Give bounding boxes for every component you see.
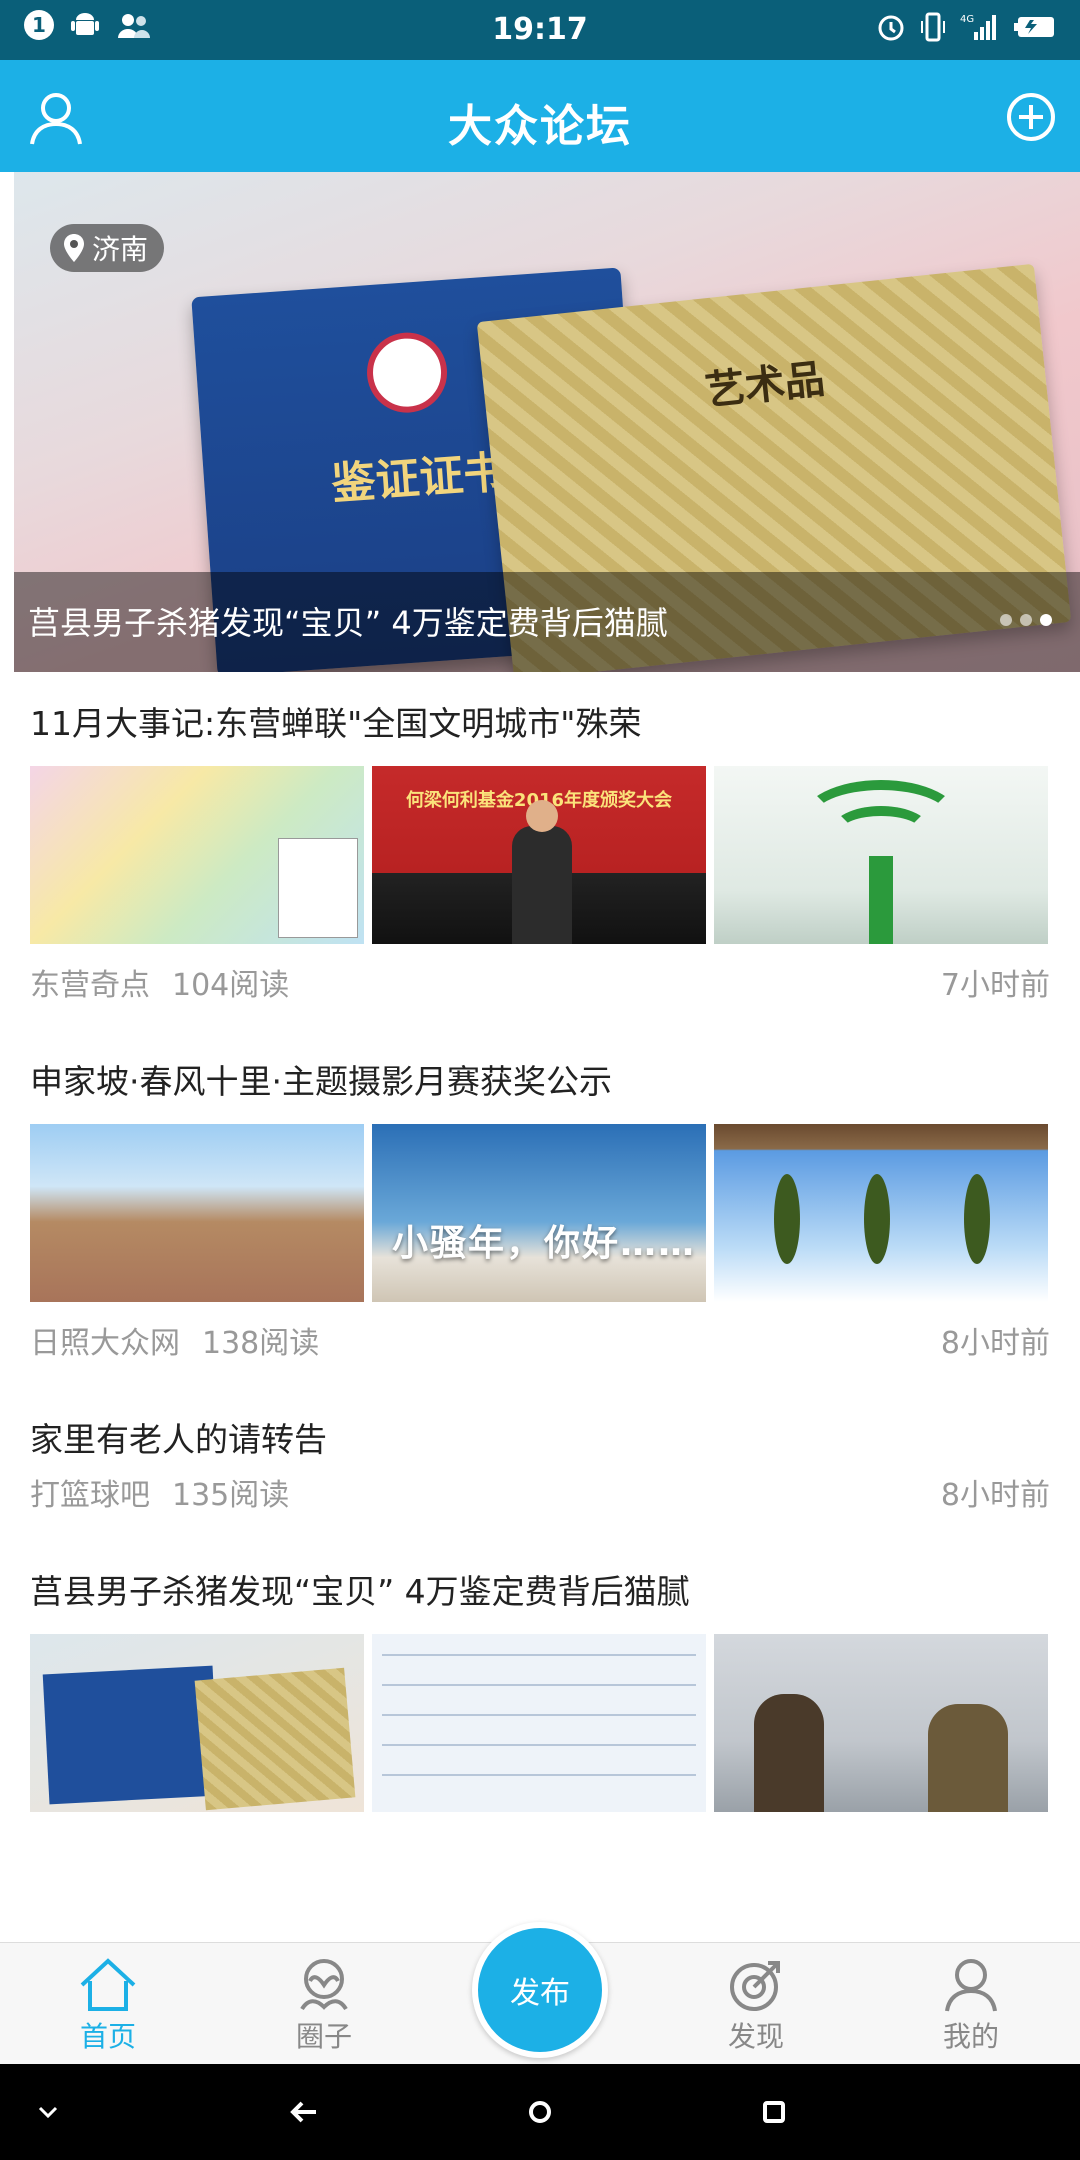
battery-icon	[1014, 17, 1054, 37]
location-badge[interactable]: 济南	[50, 224, 165, 272]
recents-icon[interactable]	[752, 2090, 796, 2134]
wifi-arc	[831, 806, 931, 856]
banner-caption: 莒县男子杀猪发现“宝贝” 4万鉴定费背后猫腻	[28, 604, 668, 642]
location-label: 济南	[92, 233, 149, 266]
nav-circle-label: 圈子	[295, 2020, 352, 2053]
thumbnail-wifi	[714, 766, 1048, 944]
doc-line	[382, 1744, 696, 1746]
article-source: 打篮球吧	[30, 1478, 150, 1513]
thumbnail-sky	[714, 1124, 1048, 1302]
discover-icon	[730, 1961, 780, 2011]
alarm-icon	[878, 15, 904, 41]
location-pin-icon	[64, 234, 84, 262]
gourd	[774, 1174, 800, 1264]
thumbnail-person	[928, 1704, 1008, 1812]
nav-home-label: 首页	[79, 2020, 136, 2053]
thumbnail-sign: 小骚年，你好……	[372, 1124, 706, 1302]
carousel-dot	[1000, 614, 1012, 626]
svg-text:4G: 4G	[960, 14, 974, 25]
system-navigation-bar	[0, 2064, 1080, 2160]
gourd	[964, 1174, 990, 1264]
map-legend	[278, 838, 358, 938]
nav-circle[interactable]: 圈子	[259, 1957, 389, 2055]
thumbnail-person	[512, 800, 572, 944]
add-button[interactable]	[1006, 92, 1056, 142]
thumbnail-blue-book	[42, 1665, 220, 1805]
nav-mine-label: 我的	[942, 2020, 999, 2053]
nav-discover[interactable]: 发现	[691, 1957, 821, 2055]
thumbnail-map	[30, 766, 364, 944]
home-system-icon[interactable]	[518, 2090, 562, 2134]
article-thumbnails	[30, 1634, 1050, 1812]
thumbnail-award: 何梁何利基金2016年度颁奖大会	[372, 766, 706, 944]
article-title: 申家坡·春风十里·主题摄影月赛获奖公示	[30, 1062, 612, 1101]
article-time: 7小时前	[940, 968, 1050, 1003]
article-title: 11月大事记:东营蝉联"全国文明城市"殊荣	[30, 704, 642, 743]
doc-line	[382, 1684, 696, 1686]
banner-caption-bar: 莒县男子杀猪发现“宝贝” 4万鉴定费背后猫腻	[14, 572, 1080, 672]
collapse-chevron-icon[interactable]	[26, 2090, 70, 2134]
banner-carousel[interactable]: 鉴证证书 艺术品 济南 莒县男子杀猪发现“宝贝” 4万鉴定费背后猫腻	[14, 172, 1080, 672]
article-thumbnails: 小骚年，你好……	[30, 1124, 1050, 1302]
mine-icon	[945, 1959, 997, 2012]
article-item[interactable]: 家里有老人的请转告 打篮球吧 135阅读 8小时前	[0, 1388, 1080, 1540]
nav-home[interactable]: 首页	[43, 1957, 173, 2055]
thumbnail-gold-book	[194, 1667, 356, 1811]
nav-discover-label: 发现	[727, 2020, 784, 2053]
signal-icon: 4G	[960, 14, 996, 40]
wifi-pole	[869, 856, 893, 944]
status-right: 4G	[876, 12, 1056, 42]
carousel-dot-active	[1040, 614, 1052, 626]
article-thumbnails: 何梁何利基金2016年度颁奖大会	[30, 766, 1050, 944]
article-source: 日照大众网	[30, 1326, 180, 1361]
doc-line	[382, 1654, 696, 1656]
thumbnail-town	[30, 1124, 364, 1302]
thumbnail-person	[754, 1694, 824, 1812]
article-item[interactable]: 莒县男子杀猪发现“宝贝” 4万鉴定费背后猫腻	[0, 1540, 1080, 1812]
article-item[interactable]: 11月大事记:东营蝉联"全国文明城市"殊荣 何梁何利基金2016年度颁奖大会 东…	[0, 672, 1080, 1030]
circle-icon	[300, 1959, 348, 2011]
article-reads: 135阅读	[172, 1478, 290, 1513]
article-meta: 日照大众网 138阅读 8小时前	[30, 1324, 1050, 1364]
app-title: 大众论坛	[448, 101, 632, 152]
article-reads: 138阅读	[202, 1326, 320, 1361]
add-circle-icon	[1007, 93, 1055, 141]
banner-seal	[364, 329, 450, 416]
article-source: 东营奇点	[30, 968, 150, 1003]
thumbnail-document	[372, 1634, 706, 1812]
carousel-dot	[1020, 614, 1032, 626]
thumbnail-sign-text: 小骚年，你好……	[392, 1223, 697, 1264]
article-time: 8小时前	[940, 1478, 1050, 1513]
doc-line	[382, 1774, 696, 1776]
article-title: 莒县男子杀猪发现“宝贝” 4万鉴定费背后猫腻	[30, 1572, 690, 1611]
back-icon[interactable]	[282, 2090, 326, 2134]
article-feed[interactable]: 11月大事记:东营蝉联"全国文明城市"殊荣 何梁何利基金2016年度颁奖大会 东…	[0, 672, 1080, 1942]
article-meta: 东营奇点 104阅读 7小时前	[30, 966, 1050, 1006]
status-bar: 1 19:17 4G	[0, 0, 1080, 60]
article-reads: 104阅读	[172, 968, 290, 1003]
thumbnail-certificate	[30, 1634, 364, 1812]
article-item[interactable]: 申家坡·春风十里·主题摄影月赛获奖公示 小骚年，你好…… 日照大众网 138阅读 …	[0, 1030, 1080, 1388]
gourd	[864, 1174, 890, 1264]
vibrate-icon	[921, 12, 945, 42]
article-meta: 打篮球吧 135阅读 8小时前	[30, 1476, 1050, 1516]
banner-gold-book-title: 艺术品	[702, 356, 827, 415]
doc-line	[382, 1714, 696, 1716]
nav-mine[interactable]: 我的	[906, 1957, 1036, 2055]
article-title: 家里有老人的请转告	[30, 1420, 327, 1459]
publish-button[interactable]: 发布	[472, 1922, 608, 2058]
home-icon	[80, 1958, 136, 2011]
app-header: 大众论坛	[0, 60, 1080, 172]
carousel-indicator	[1000, 614, 1052, 626]
thumbnail-street	[714, 1634, 1048, 1812]
article-time: 8小时前	[940, 1326, 1050, 1361]
